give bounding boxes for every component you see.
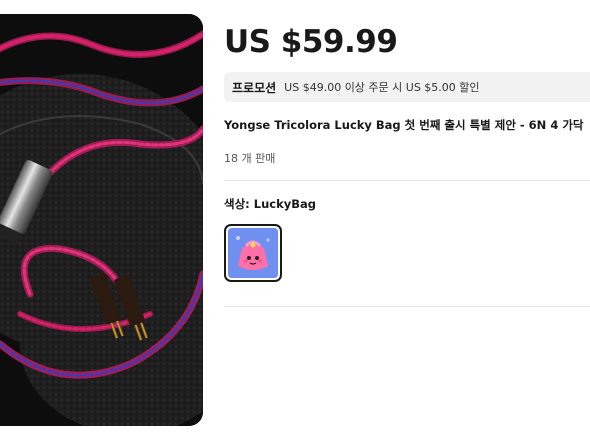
divider — [224, 306, 590, 307]
product-price: US $59.99 — [224, 24, 398, 60]
product-info-panel: US $59.99 프로모션 US $49.00 이상 주문 시 US $5.0… — [224, 0, 590, 442]
promotion-label: 프로모션 — [232, 80, 277, 95]
promotion-banner[interactable]: 프로모션 US $49.00 이상 주문 시 US $5.00 할인 — [224, 72, 590, 102]
promotion-text: US $49.00 이상 주문 시 US $5.00 할인 — [284, 81, 480, 94]
product-main-image[interactable] — [0, 14, 203, 426]
sold-count: 18 개 판매 — [224, 152, 276, 165]
product-title: Yongse Tricolora Lucky Bag 첫 번째 출시 특별 제안… — [224, 118, 584, 132]
lucky-bag-thumbnail — [228, 228, 278, 278]
color-swatch-luckybag[interactable] — [224, 224, 282, 282]
color-selection-label: 색상: LuckyBag — [224, 197, 316, 211]
divider — [224, 180, 590, 181]
